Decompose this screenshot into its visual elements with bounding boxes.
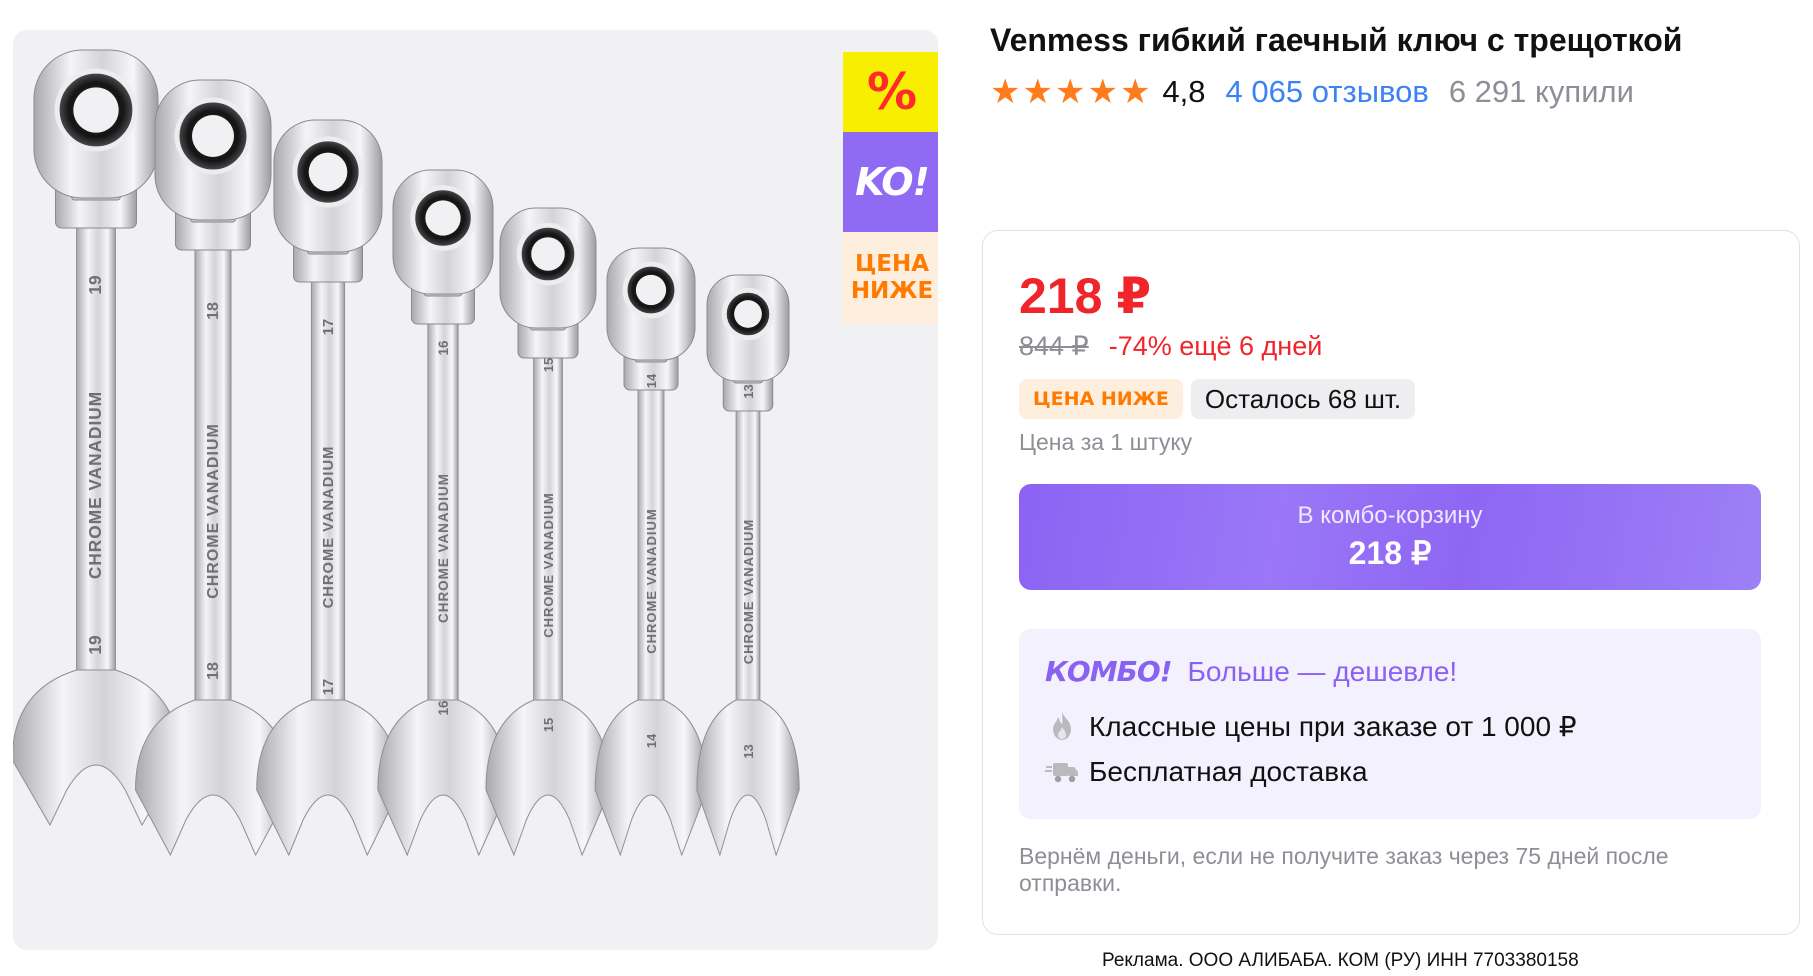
product-title: Venmess гибкий гаечный ключ с трещоткой <box>990 22 1683 58</box>
wrench-brand-label: CHROME VANADIUM <box>85 391 105 579</box>
promo-sticker: % KO! ЦЕНА НИЖЕ <box>843 52 938 324</box>
combo-feature-prices: Классные цены при заказе от 1 000 ₽ <box>1045 709 1577 743</box>
wrench-size-label-bottom: 17 <box>321 679 337 695</box>
wrench-brand-label: CHROME VANADIUM <box>541 492 556 637</box>
wrench-size-label-top: 19 <box>85 275 105 294</box>
wrench-size-label-bottom: 18 <box>205 662 222 680</box>
bought-count: 6 291 купили <box>1448 74 1634 109</box>
rating-row: ★ ★ ★ ★ ★ 4,8 4 065 отзывов 6 291 купили <box>990 72 1634 112</box>
wrench-brand-label: CHROME VANADIUM <box>644 508 659 653</box>
add-to-combo-cart-button[interactable]: В комбо-корзину 218 ₽ <box>1019 484 1761 590</box>
star-icon: ★ <box>1054 72 1086 112</box>
wrench-brand-label: CHROME VANADIUM <box>741 519 756 664</box>
badges-row: ЦЕНА НИЖЕ Осталось 68 шт. <box>1019 379 1416 419</box>
wrench-brand-label: CHROME VANADIUM <box>436 473 451 623</box>
combo-feature-delivery: Бесплатная доставка <box>1045 755 1368 789</box>
wrench-size-label-top: 13 <box>741 384 756 398</box>
old-price: 844 ₽ <box>1019 331 1089 361</box>
star-icon: ★ <box>1022 72 1053 112</box>
wrench-brand-label: CHROME VANADIUM <box>205 423 222 599</box>
price-card: 218 ₽ 844 ₽ -74% ещё 6 дней ЦЕНА НИЖЕ Ос… <box>982 230 1800 935</box>
refund-guarantee-note: Вернём деньги, если не получите заказ че… <box>1019 843 1669 896</box>
star-icon: ★ <box>1119 72 1151 112</box>
wrench-size-label-bottom: 15 <box>541 718 556 732</box>
star-icon: ★ <box>1087 72 1118 112</box>
combo-tagline: Больше — дешевле! <box>1187 655 1458 687</box>
product-page: CHROME VANADIUM 19 19 CHROME VANADIUM 18 18 CH… <box>0 0 1813 976</box>
rating-value: 4,8 <box>1162 74 1206 109</box>
wrench-size-label-top: 15 <box>541 358 556 372</box>
cart-button-label: В комбо-корзину <box>1297 502 1483 529</box>
advertising-disclaimer: Реклама. ООО АЛИБАБА. КОМ (РУ) ИНН 77033… <box>1102 950 1579 971</box>
price-lower-line2: НИЖЕ <box>850 278 934 304</box>
wrench-set-illustration: CHROME VANADIUM 19 19 CHROME VANADIUM 18 18 CH… <box>13 49 800 857</box>
percent-icon: % <box>843 52 938 132</box>
delivery-truck-icon <box>1045 755 1079 789</box>
wrench-size-label-bottom: 14 <box>644 733 659 748</box>
combo-logo: КОМБО! <box>1045 655 1172 688</box>
wrench-size-label-bottom: 13 <box>741 744 756 758</box>
wrench-size-label-top: 17 <box>321 319 337 335</box>
discount-text: -74% ещё 6 дней <box>1108 331 1323 361</box>
reviews-link[interactable]: 4 065 отзывов <box>1226 74 1429 110</box>
wrench-size-label-bottom: 16 <box>436 701 451 716</box>
star-rating: ★ ★ ★ ★ ★ <box>990 75 1150 109</box>
wrench-size-label-top: 18 <box>205 302 222 320</box>
old-price-row: 844 ₽ -74% ещё 6 дней <box>1019 331 1322 362</box>
wrench-size-label-top: 16 <box>436 341 451 356</box>
ko-badge: KO! <box>843 132 938 232</box>
price-lower-line1: ЦЕНА <box>854 250 930 277</box>
product-image[interactable]: CHROME VANADIUM 19 19 CHROME VANADIUM 18 18 CH… <box>13 30 938 950</box>
flame-icon <box>1045 709 1079 743</box>
combo-header: КОМБО! Больше — дешевле! <box>1045 655 1457 688</box>
star-icon: ★ <box>990 72 1021 112</box>
price-lower-badge: ЦЕНА НИЖЕ <box>1019 379 1183 419</box>
wrench-size-label-bottom: 19 <box>85 635 105 654</box>
wrench-brand-label: CHROME VANADIUM <box>321 446 337 609</box>
cart-button-price: 218 ₽ <box>1348 535 1432 571</box>
price-lower-sticker: ЦЕНА НИЖЕ <box>843 232 938 324</box>
combo-feature-prices-text: Классные цены при заказе от 1 000 ₽ <box>1089 710 1577 742</box>
combo-feature-delivery-text: Бесплатная доставка <box>1089 756 1368 787</box>
unit-price-note: Цена за 1 штуку <box>1019 429 1193 455</box>
combo-info-box: КОМБО! Больше — дешевле! Классные цены п… <box>1019 629 1761 819</box>
stock-badge: Осталось 68 шт. <box>1190 379 1416 419</box>
wrench-size-label-top: 14 <box>644 373 659 388</box>
current-price: 218 ₽ <box>1019 268 1152 324</box>
